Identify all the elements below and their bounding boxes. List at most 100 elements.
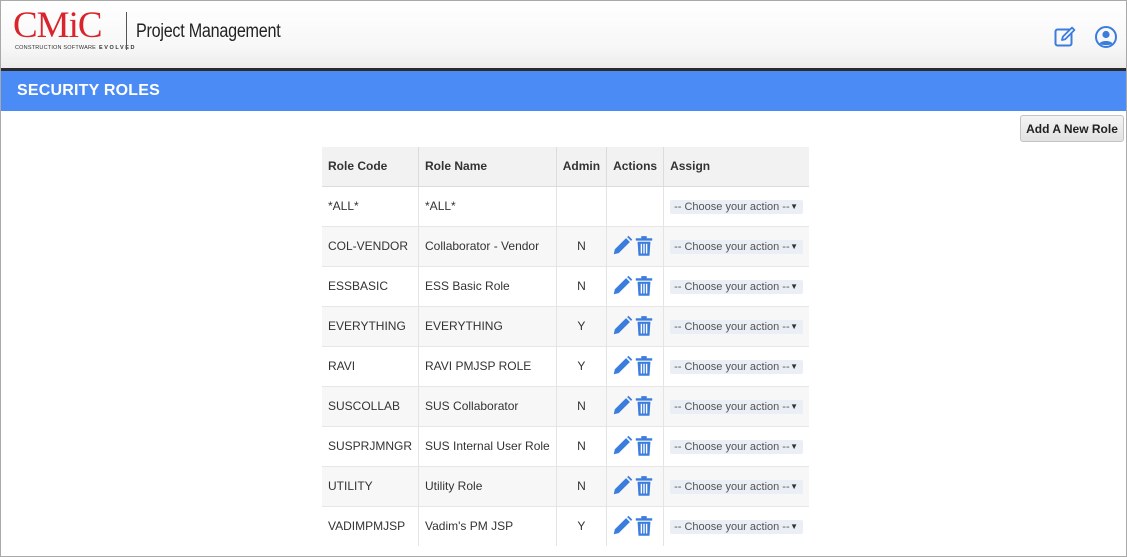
user-icon[interactable] xyxy=(1094,25,1118,49)
assign-cell: -- Choose your action -- ▼ xyxy=(663,385,810,426)
assign-cell: -- Choose your action -- ▼ xyxy=(663,465,810,506)
actions-cell xyxy=(606,265,665,306)
actions-cell xyxy=(606,345,665,386)
trash-icon[interactable] xyxy=(633,475,655,497)
role-name-cell: Utility Role xyxy=(418,465,557,506)
assign-cell: -- Choose your action -- ▼ xyxy=(663,505,810,546)
col-header-actions: Actions xyxy=(606,147,665,187)
role-code-cell: UTILITY xyxy=(322,465,420,506)
app-header: CMiC CONSTRUCTION SOFTWARE EVOLVED Projec… xyxy=(1,1,1126,71)
role-name-cell: RAVI PMJSP ROLE xyxy=(418,345,557,386)
assign-select-value: -- Choose your action -- xyxy=(674,480,790,493)
edit-pencil-icon[interactable] xyxy=(611,475,633,497)
logo-tagline-evolved: EVOLVED xyxy=(99,45,137,51)
role-name-cell: ESS Basic Role xyxy=(418,265,557,306)
roles-table-body: *ALL* *ALL* -- Choose your action -- ▼ COL-V… xyxy=(322,185,810,546)
dropdown-arrow-icon: ▼ xyxy=(790,441,799,451)
dropdown-arrow-icon: ▼ xyxy=(790,521,799,531)
assign-select-value: -- Choose your action -- xyxy=(674,200,790,213)
table-row: UTILITY Utility Role N -- Choose your actio… xyxy=(322,465,810,506)
trash-icon[interactable] xyxy=(633,235,655,257)
role-name-cell: SUS Collaborator xyxy=(418,385,557,426)
assign-action-select[interactable]: -- Choose your action -- ▼ xyxy=(670,239,804,254)
logo-tagline-text: CONSTRUCTION SOFTWARE xyxy=(15,45,96,51)
assign-action-select[interactable]: -- Choose your action -- ▼ xyxy=(670,279,804,294)
col-header-assign: Assign xyxy=(663,147,810,187)
assign-cell: -- Choose your action -- ▼ xyxy=(663,185,810,226)
edit-icon[interactable] xyxy=(1053,25,1077,49)
header-divider xyxy=(126,12,127,50)
roles-table: Role Code Role Name Admin Actions Assign… xyxy=(322,147,810,546)
role-name-cell: EVERYTHING xyxy=(418,305,557,346)
edit-pencil-icon[interactable] xyxy=(611,395,633,417)
table-row: COL-VENDOR Collaborator - Vendor N -- Choos… xyxy=(322,225,810,266)
assign-select-value: -- Choose your action -- xyxy=(674,240,790,253)
trash-icon[interactable] xyxy=(633,395,655,417)
assign-action-select[interactable]: -- Choose your action -- ▼ xyxy=(670,359,804,374)
dropdown-arrow-icon: ▼ xyxy=(790,201,799,211)
table-row: RAVI RAVI PMJSP ROLE Y -- Choose your actio… xyxy=(322,345,810,386)
dropdown-arrow-icon: ▼ xyxy=(790,401,799,411)
edit-pencil-icon[interactable] xyxy=(611,235,633,257)
trash-icon[interactable] xyxy=(633,435,655,457)
admin-cell: N xyxy=(556,465,608,506)
assign-action-select[interactable]: -- Choose your action -- ▼ xyxy=(670,319,804,334)
page-title: SECURITY ROLES xyxy=(17,82,160,99)
admin-cell: Y xyxy=(556,505,608,546)
admin-cell xyxy=(556,185,608,226)
actions-cell xyxy=(606,185,665,226)
edit-pencil-icon[interactable] xyxy=(611,315,633,337)
add-role-button[interactable]: Add A New Role xyxy=(1020,115,1124,142)
role-code-cell: VADIMPMJSP xyxy=(322,505,420,546)
trash-icon[interactable] xyxy=(633,515,655,537)
admin-cell: Y xyxy=(556,345,608,386)
admin-cell: Y xyxy=(556,305,608,346)
dropdown-arrow-icon: ▼ xyxy=(790,361,799,371)
role-code-cell: EVERYTHING xyxy=(322,305,420,346)
admin-cell: N xyxy=(556,385,608,426)
assign-select-value: -- Choose your action -- xyxy=(674,280,790,293)
assign-action-select[interactable]: -- Choose your action -- ▼ xyxy=(670,439,804,454)
role-name-cell: Collaborator - Vendor xyxy=(418,225,557,266)
assign-action-select[interactable]: -- Choose your action -- ▼ xyxy=(670,199,804,214)
assign-cell: -- Choose your action -- ▼ xyxy=(663,425,810,466)
table-header-row: Role Code Role Name Admin Actions Assign xyxy=(322,147,810,187)
admin-cell: N xyxy=(556,425,608,466)
assign-select-value: -- Choose your action -- xyxy=(674,320,790,333)
table-row: VADIMPMJSP Vadim's PM JSP Y -- Choose your … xyxy=(322,505,810,546)
edit-pencil-icon[interactable] xyxy=(611,515,633,537)
role-code-cell: RAVI xyxy=(322,345,420,386)
table-row: EVERYTHING EVERYTHING Y -- Choose your acti… xyxy=(322,305,810,346)
edit-pencil-icon[interactable] xyxy=(611,355,633,377)
role-code-cell: *ALL* xyxy=(322,185,420,226)
assign-cell: -- Choose your action -- ▼ xyxy=(663,345,810,386)
assign-action-select[interactable]: -- Choose your action -- ▼ xyxy=(670,519,804,534)
assign-cell: -- Choose your action -- ▼ xyxy=(663,305,810,346)
dropdown-arrow-icon: ▼ xyxy=(790,281,799,291)
assign-action-select[interactable]: -- Choose your action -- ▼ xyxy=(670,479,804,494)
assign-cell: -- Choose your action -- ▼ xyxy=(663,225,810,266)
page-titlebar: SECURITY ROLES xyxy=(1,71,1126,111)
cmic-logo[interactable]: CMiC CONSTRUCTION SOFTWARE EVOLVED xyxy=(13,5,134,53)
trash-icon[interactable] xyxy=(633,275,655,297)
table-row: SUSPRJMNGR SUS Internal User Role N -- Choo… xyxy=(322,425,810,466)
actions-cell xyxy=(606,305,665,346)
logo-wordmark: CMiC xyxy=(13,5,103,46)
admin-cell: N xyxy=(556,265,608,306)
actions-cell xyxy=(606,465,665,506)
actions-cell xyxy=(606,505,665,546)
assign-select-value: -- Choose your action -- xyxy=(674,440,790,453)
actions-cell xyxy=(606,385,665,426)
table-row: SUSCOLLAB SUS Collaborator N -- Choose your… xyxy=(322,385,810,426)
role-name-cell: Vadim's PM JSP xyxy=(418,505,557,546)
edit-pencil-icon[interactable] xyxy=(611,275,633,297)
trash-icon[interactable] xyxy=(633,355,655,377)
role-code-cell: COL-VENDOR xyxy=(322,225,420,266)
col-header-role-name: Role Name xyxy=(418,147,557,187)
edit-pencil-icon[interactable] xyxy=(611,435,633,457)
trash-icon[interactable] xyxy=(633,315,655,337)
role-code-cell: SUSCOLLAB xyxy=(322,385,420,426)
admin-cell: N xyxy=(556,225,608,266)
assign-action-select[interactable]: -- Choose your action -- ▼ xyxy=(670,399,804,414)
dropdown-arrow-icon: ▼ xyxy=(790,241,799,251)
